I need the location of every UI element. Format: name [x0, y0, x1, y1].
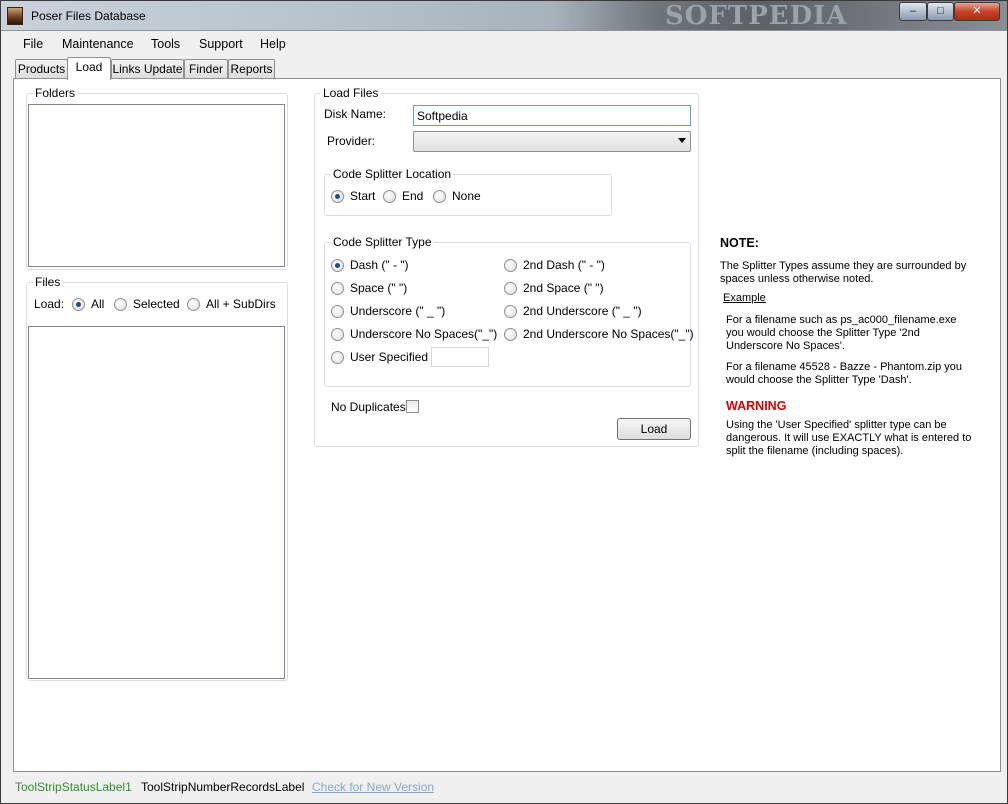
location-none-radio[interactable]	[433, 190, 446, 203]
note-example-label: Example	[723, 292, 766, 304]
type-2nd-dash-radio[interactable]	[504, 259, 517, 272]
files-selected-label[interactable]: Selected	[133, 297, 180, 311]
type-2nd-space-radio[interactable]	[504, 282, 517, 295]
type-2nd-underscore-radio[interactable]	[504, 305, 517, 318]
load-button[interactable]: Load	[617, 418, 691, 440]
location-end-radio[interactable]	[383, 190, 396, 203]
tab-finder[interactable]: Finder	[184, 59, 228, 79]
type-underscore-label[interactable]: Underscore (" _ ")	[350, 304, 445, 318]
menu-bar: File Maintenance Tools Support Help	[9, 32, 999, 56]
menu-tools[interactable]: Tools	[151, 37, 180, 51]
minimize-button[interactable]: –	[899, 2, 927, 21]
files-load-label: Load:	[34, 297, 65, 311]
location-none-label[interactable]: None	[452, 189, 481, 203]
folders-list[interactable]	[28, 104, 285, 267]
warning-heading: WARNING	[726, 399, 787, 413]
type-2nd-underscore-label[interactable]: 2nd Underscore (" _ ")	[523, 304, 642, 318]
files-all-label[interactable]: All	[91, 297, 104, 311]
type-2nd-dash-label[interactable]: 2nd Dash (" - ")	[523, 258, 605, 272]
window-title: Poser Files Database	[31, 9, 146, 23]
splitter-type-group: Code Splitter Type Dash (" - ") Space ("…	[324, 235, 694, 387]
tab-products[interactable]: Products	[15, 59, 68, 79]
menu-file[interactable]: File	[23, 37, 43, 51]
files-selected-radio[interactable]	[114, 298, 127, 311]
splitter-type-title: Code Splitter Type	[331, 235, 434, 249]
tab-links-update[interactable]: Links Update	[111, 59, 184, 79]
type-user-specified-label[interactable]: User Specified	[350, 350, 428, 364]
type-2nd-underscore-nospaces-label[interactable]: 2nd Underscore No Spaces("_")	[523, 327, 694, 341]
warning-text: Using the 'User Specified' splitter type…	[726, 419, 972, 457]
menu-maintenance[interactable]: Maintenance	[62, 37, 134, 51]
location-start-label[interactable]: Start	[350, 189, 375, 203]
status-bar: ToolStripStatusLabel1 ToolStripNumberRec…	[1, 776, 1007, 803]
load-files-title: Load Files	[321, 86, 381, 100]
provider-select[interactable]	[413, 131, 691, 152]
chevron-down-icon[interactable]	[678, 138, 686, 143]
note-example-2: For a filename 45528 - Bazze - Phantom.z…	[726, 361, 963, 386]
type-user-specified-radio[interactable]	[331, 351, 344, 364]
close-button[interactable]: ✕	[954, 2, 1000, 21]
files-all-subdirs-radio[interactable]	[187, 298, 200, 311]
provider-label: Provider:	[327, 134, 376, 148]
type-underscore-nospaces-radio[interactable]	[331, 328, 344, 341]
type-dash-radio[interactable]	[331, 259, 344, 272]
records-count-label: ToolStripNumberRecordsLabel	[141, 780, 305, 794]
type-2nd-space-label[interactable]: 2nd Space (" ")	[523, 281, 604, 295]
type-underscore-radio[interactable]	[331, 305, 344, 318]
type-underscore-nospaces-label[interactable]: Underscore No Spaces("_")	[350, 327, 497, 341]
files-all-radio[interactable]	[72, 298, 85, 311]
splitter-location-group: Code Splitter Location Start End None	[324, 167, 612, 216]
note-heading: NOTE:	[720, 236, 759, 250]
maximize-button[interactable]: □	[927, 2, 954, 21]
tab-load[interactable]: Load	[67, 57, 111, 80]
type-2nd-underscore-nospaces-radio[interactable]	[504, 328, 517, 341]
no-duplicates-label: No Duplicates	[331, 400, 406, 414]
menu-support[interactable]: Support	[199, 37, 243, 51]
no-duplicates-checkbox[interactable]	[406, 400, 419, 413]
type-dash-label[interactable]: Dash (" - ")	[350, 258, 409, 272]
load-tab-page: Folders Files Load: All Selected All + S…	[13, 78, 1001, 772]
splitter-location-title: Code Splitter Location	[331, 167, 454, 181]
files-list[interactable]	[28, 326, 285, 679]
softpedia-watermark: SOFTPEDIA	[665, 1, 848, 31]
check-new-version-link[interactable]: Check for New Version	[312, 780, 434, 794]
title-bar[interactable]: Poser Files Database SOFTPEDIA – □ ✕	[1, 1, 1007, 31]
folders-title: Folders	[33, 86, 78, 100]
user-specified-input[interactable]	[431, 347, 489, 367]
app-icon[interactable]	[7, 7, 23, 25]
load-files-group: Load Files Disk Name: Provider: Code Spl…	[314, 86, 699, 447]
type-space-label[interactable]: Space (" ")	[350, 281, 407, 295]
type-space-radio[interactable]	[331, 282, 344, 295]
note-example-1: For a filename such as ps_ac000_filename…	[726, 314, 957, 352]
tab-reports[interactable]: Reports	[228, 59, 275, 79]
disk-name-label: Disk Name:	[324, 107, 387, 121]
app-window: Poser Files Database SOFTPEDIA – □ ✕ Fil…	[0, 0, 1008, 804]
location-end-label[interactable]: End	[402, 189, 423, 203]
status-label: ToolStripStatusLabel1	[15, 780, 132, 794]
files-title: Files	[33, 275, 63, 289]
folders-group: Folders	[26, 86, 288, 270]
files-all-subdirs-label[interactable]: All + SubDirs	[206, 297, 276, 311]
menu-help[interactable]: Help	[260, 37, 286, 51]
note-intro: The Splitter Types assume they are surro…	[720, 260, 967, 285]
files-group: Files Load: All Selected All + SubDirs	[26, 275, 288, 681]
disk-name-input[interactable]	[413, 105, 691, 126]
location-start-radio[interactable]	[331, 190, 344, 203]
